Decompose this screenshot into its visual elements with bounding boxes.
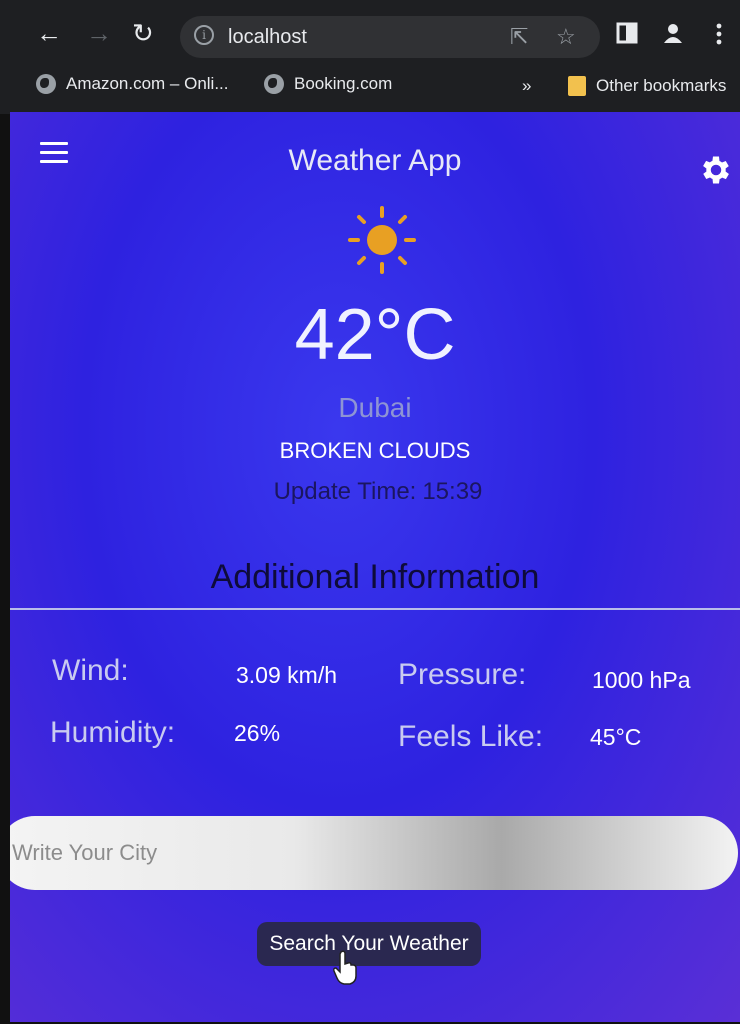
temperature: 42°C [294, 295, 456, 375]
share-icon[interactable]: ⇱ [510, 24, 528, 50]
bookmarks-overflow-button[interactable]: » [522, 76, 531, 96]
humidity-value: 26% [234, 720, 281, 746]
bookmarks-bar: Amazon.com – Onli... Booking.com » Other… [0, 66, 740, 114]
bookmark-label: Booking.com [294, 74, 393, 93]
profile-icon[interactable] [662, 22, 684, 44]
forward-icon[interactable]: → [86, 20, 112, 46]
update-time-label: Update Time: [273, 478, 417, 505]
side-panel-icon[interactable] [616, 22, 638, 44]
more-menu-icon[interactable] [714, 22, 724, 46]
back-icon[interactable]: ← [36, 20, 62, 46]
other-bookmarks[interactable]: Other bookmarks [568, 76, 726, 96]
pressure-value: 1000 hPa [592, 667, 691, 693]
additional-info-heading: Additional Information [210, 558, 540, 596]
search-weather-button[interactable]: Search Your Weather [257, 922, 481, 966]
city-name: Dubai [338, 392, 412, 423]
bookmark-booking[interactable]: Booking.com [264, 74, 392, 94]
sun-icon [348, 206, 416, 274]
bookmark-star-icon[interactable]: ☆ [556, 24, 576, 50]
update-time-value: 15:39 [422, 478, 483, 505]
hand-cursor-icon [333, 950, 357, 985]
wind-label: Wind: [52, 654, 129, 687]
weather-description: BROKEN CLOUDS [279, 438, 471, 463]
reload-icon[interactable]: ↻ [132, 20, 154, 46]
update-time-row: Update Time: 15:39 [10, 478, 740, 506]
city-search-input[interactable] [10, 816, 738, 890]
bookmark-amazon[interactable]: Amazon.com – Onli... [36, 74, 229, 94]
other-bookmarks-label: Other bookmarks [596, 76, 727, 95]
globe-icon [36, 74, 56, 94]
feels-like-value: 45°C [590, 724, 642, 750]
divider [10, 608, 740, 610]
globe-icon [264, 74, 284, 94]
folder-icon [568, 76, 586, 96]
wind-value: 3.09 km/h [236, 662, 337, 688]
bookmark-label: Amazon.com – Onli... [66, 74, 229, 93]
humidity-label: Humidity: [50, 716, 176, 749]
settings-gear-icon[interactable] [698, 152, 734, 188]
weather-app: Weather App 42°C Dubai BROKEN CLOUDS Upd… [10, 112, 740, 1022]
pressure-label: Pressure: [398, 658, 527, 691]
browser-toolbar: ← → ↻ i localhost ⇱ ☆ [0, 0, 740, 66]
address-bar[interactable]: i localhost ⇱ ☆ [180, 16, 600, 58]
feels-like-label: Feels Like: [398, 720, 544, 753]
site-info-icon[interactable]: i [194, 25, 214, 45]
address-url: localhost [228, 26, 307, 48]
app-title: Weather App [288, 144, 462, 177]
